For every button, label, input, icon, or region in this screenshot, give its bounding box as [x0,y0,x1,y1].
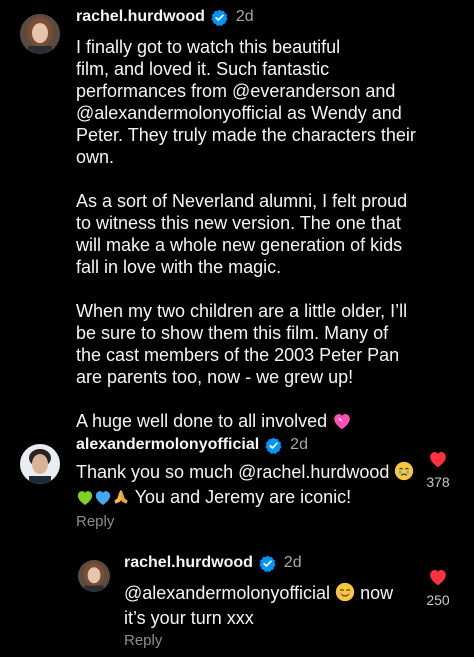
comment-text: I finally got to watch this beautiful fi… [76,36,416,435]
text-line: to witness this new version. The one tha… [76,213,401,233]
text-line: @alexandermolonyofficial as Wendy and [76,103,402,123]
timestamp: 2d [235,8,254,25]
text-line: As a sort of Neverland alumni, I felt pr… [76,191,408,211]
text-line: be sure to show them this film. Many of [76,323,389,343]
comment-reply-rachel: rachel.hurdwood 2d @alexandermolonyoffic… [0,550,474,657]
timestamp: 2d [283,554,302,571]
comment-rachel: rachel.hurdwood 2d I finally got to watc… [0,0,474,431]
comment-header: rachel.hurdwood 2d [76,8,254,26]
comment-alexander: alexandermolonyofficial 2d Thank you so … [0,430,474,540]
text-line: film, and loved it. Such fantastic [76,59,330,79]
text-line: the cast members of the 2003 Peter Pan [76,345,400,365]
text-line: When my two children are a little older,… [76,301,408,321]
avatar[interactable] [78,560,110,592]
text-line: Thank you so much @rachel.hurdwood [76,461,414,486]
like-count: 378 [426,474,450,490]
text-line: performances from @everanderson and [76,81,396,101]
text-line: @alexandermolonyofficial now [124,582,393,607]
line-text: @alexandermolonyofficial [124,583,331,603]
username[interactable]: rachel.hurdwood [76,8,205,26]
comment-header: alexandermolonyofficial 2d [76,436,308,454]
text-line: I finally got to watch this beautiful [76,37,341,57]
comment-text: @alexandermolonyofficial now it’s your t… [124,582,393,629]
reply-button[interactable]: Reply [76,513,114,530]
like-button[interactable]: 250 [418,568,458,608]
text-line: fall in love with the magic. [76,257,282,277]
verified-badge-icon [211,9,228,26]
paragraph: When my two children are a little older,… [76,300,416,388]
smiling-face-emoji [335,582,355,607]
heart-filled-icon[interactable] [418,568,458,586]
avatar[interactable] [20,14,60,54]
comment-text: Thank you so much @rachel.hurdwood You a… [76,461,414,511]
username[interactable]: alexandermolonyofficial [76,436,259,454]
line-text: You and Jeremy are iconic! [134,487,352,507]
comment-header: rachel.hurdwood 2d [124,554,302,572]
folded-hands-emoji [112,488,130,511]
text-line: are parents too, now - we grew up! [76,367,354,387]
verified-badge-icon [259,555,276,572]
line-text: now [360,583,394,603]
paragraph: As a sort of Neverland alumni, I felt pr… [76,190,416,278]
last-line-text: A huge well done to all involved [76,411,328,431]
paragraph: I finally got to watch this beautiful fi… [76,36,416,168]
reply-button[interactable]: Reply [124,632,162,649]
line-text: Thank you so much @rachel.hurdwood [76,462,390,482]
text-line: own. [76,147,115,167]
username[interactable]: rachel.hurdwood [124,554,253,572]
green-heart-emoji [76,489,94,511]
avatar[interactable] [20,444,60,484]
crying-face-emoji [394,461,414,486]
text-line: it’s your turn xxx [124,608,254,628]
text-line: will make a whole new generation of kids [76,235,403,255]
verified-badge-icon [265,437,282,454]
blue-heart-emoji [94,489,112,511]
text-line: You and Jeremy are iconic! [76,486,414,511]
like-count: 250 [426,592,450,608]
heart-filled-icon[interactable] [418,450,458,468]
timestamp: 2d [290,436,308,453]
text-line: Peter. They truly made the characters th… [76,125,416,145]
like-button[interactable]: 378 [418,450,458,490]
